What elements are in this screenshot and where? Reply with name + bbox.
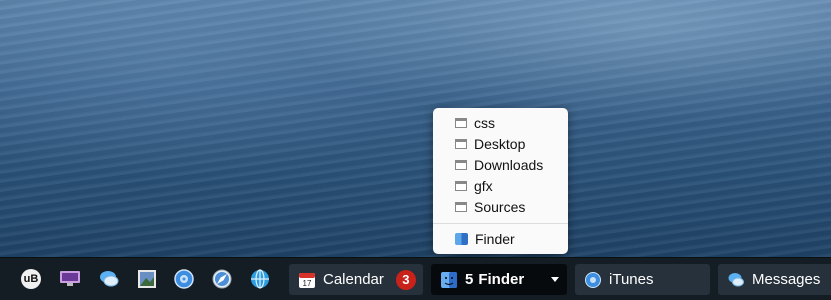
menu-item-label: Finder: [475, 230, 515, 247]
calendar-icon: 17: [299, 272, 315, 288]
finder-icon: [455, 232, 468, 245]
messages-button[interactable]: Messages: [718, 264, 831, 295]
preview-icon[interactable]: [137, 269, 157, 289]
menu-item-label: gfx: [474, 177, 493, 194]
ublock-icon-text: uB: [23, 273, 39, 285]
finder-button[interactable]: 5 Finder: [431, 264, 567, 295]
menu-item-folder[interactable]: Desktop: [433, 133, 568, 154]
finder-window-count: 5: [465, 271, 474, 288]
finder-label: Finder: [478, 271, 525, 288]
menu-item-app[interactable]: Finder: [433, 228, 568, 249]
ublock-icon[interactable]: uB: [21, 269, 41, 289]
calendar-badge: 3: [395, 269, 416, 290]
menu-item-label: Desktop: [474, 135, 526, 152]
finder-window-menu: css Desktop Downloads gfx Sources Finder: [433, 108, 568, 254]
menu-separator: [433, 223, 568, 224]
messages-icon: [728, 272, 744, 286]
calendar-button[interactable]: 17 Calendar 3: [289, 264, 423, 295]
messages-icon[interactable]: [99, 269, 119, 289]
desktop-wallpaper: [0, 0, 831, 257]
menu-item-folder[interactable]: Sources: [433, 196, 568, 217]
menu-item-label: css: [474, 114, 495, 131]
itunes-label: iTunes: [609, 271, 654, 288]
chevron-down-icon[interactable]: [551, 277, 559, 282]
menu-item-folder[interactable]: Downloads: [433, 154, 568, 175]
menu-item-label: Sources: [474, 198, 526, 215]
globe-icon[interactable]: [250, 269, 270, 289]
window-icon: [455, 159, 467, 170]
taskbar: uB 17 Calendar 3 5 Finder iTunes Message…: [0, 257, 831, 300]
calendar-label: Calendar: [323, 271, 384, 288]
safari-icon[interactable]: [212, 269, 232, 289]
window-icon: [455, 138, 467, 149]
menu-item-folder[interactable]: css: [433, 112, 568, 133]
display-icon[interactable]: [60, 271, 80, 287]
window-icon: [455, 117, 467, 128]
menu-item-label: Downloads: [474, 156, 544, 173]
window-icon: [455, 201, 467, 212]
window-icon: [455, 180, 467, 191]
itunes-icon[interactable]: [174, 269, 194, 289]
itunes-icon: [585, 271, 601, 288]
finder-icon: [441, 271, 457, 288]
calendar-icon-date: 17: [303, 279, 312, 288]
menu-item-folder[interactable]: gfx: [433, 175, 568, 196]
messages-label: Messages: [752, 271, 821, 288]
itunes-button[interactable]: iTunes: [575, 264, 710, 295]
